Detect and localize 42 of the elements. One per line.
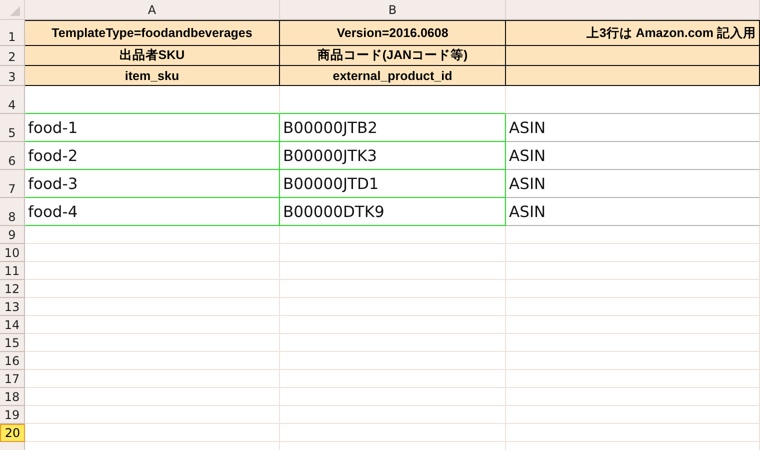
row-number[interactable]: 8 bbox=[0, 198, 25, 226]
table-cell: ASIN bbox=[506, 170, 760, 198]
row-number[interactable]: 10 bbox=[0, 244, 25, 262]
row-number[interactable]: 1 bbox=[0, 20, 25, 46]
table-cell: item_sku bbox=[25, 66, 280, 86]
table-cell: B00000JTB2 bbox=[280, 114, 506, 142]
table-cell: 出品者SKU bbox=[25, 46, 280, 66]
row-number[interactable]: 14 bbox=[0, 316, 25, 334]
row-number[interactable]: 16 bbox=[0, 352, 25, 370]
row-number[interactable]: 12 bbox=[0, 280, 25, 298]
row-number[interactable]: 17 bbox=[0, 370, 25, 388]
row-number[interactable]: 19 bbox=[0, 406, 25, 424]
table-cell: 商品コード(JANコード等) bbox=[280, 46, 506, 66]
row-number[interactable]: 15 bbox=[0, 334, 25, 352]
row-number[interactable]: 20 bbox=[0, 424, 25, 442]
select-all-button[interactable] bbox=[10, 6, 20, 16]
table-cell: food-1 bbox=[25, 114, 280, 142]
table-cell: food-2 bbox=[25, 142, 280, 170]
row-number[interactable]: 7 bbox=[0, 170, 25, 198]
table-cell: food-4 bbox=[25, 198, 280, 226]
table-cell: ASIN bbox=[506, 198, 760, 226]
row-number[interactable]: 3 bbox=[0, 66, 25, 86]
column-header[interactable]: A bbox=[25, 0, 280, 19]
table-cell: B00000JTD1 bbox=[280, 170, 506, 198]
column-header[interactable]: B bbox=[280, 0, 506, 19]
row-number[interactable]: 18 bbox=[0, 388, 25, 406]
row-number[interactable]: 6 bbox=[0, 142, 25, 170]
row-number[interactable]: 13 bbox=[0, 298, 25, 316]
row-number[interactable]: 2 bbox=[0, 46, 25, 66]
table-cell: TemplateType=foodandbeverages bbox=[25, 20, 280, 46]
table-cell: external_product_id bbox=[280, 66, 506, 86]
row-number[interactable]: 11 bbox=[0, 262, 25, 280]
table-cell: B00000DTK9 bbox=[280, 198, 506, 226]
table-cell: ASIN bbox=[506, 142, 760, 170]
table-cell: ASIN bbox=[506, 114, 760, 142]
table-cell: B00000JTK3 bbox=[280, 142, 506, 170]
table-cell: food-3 bbox=[25, 170, 280, 198]
table-cell: Version=2016.0608 bbox=[280, 20, 506, 46]
row-number[interactable]: 9 bbox=[0, 226, 25, 244]
table-cell: 上3行は Amazon.com 記入用 bbox=[506, 20, 760, 46]
row-number[interactable]: 4 bbox=[0, 86, 25, 114]
row-number[interactable]: 5 bbox=[0, 114, 25, 142]
